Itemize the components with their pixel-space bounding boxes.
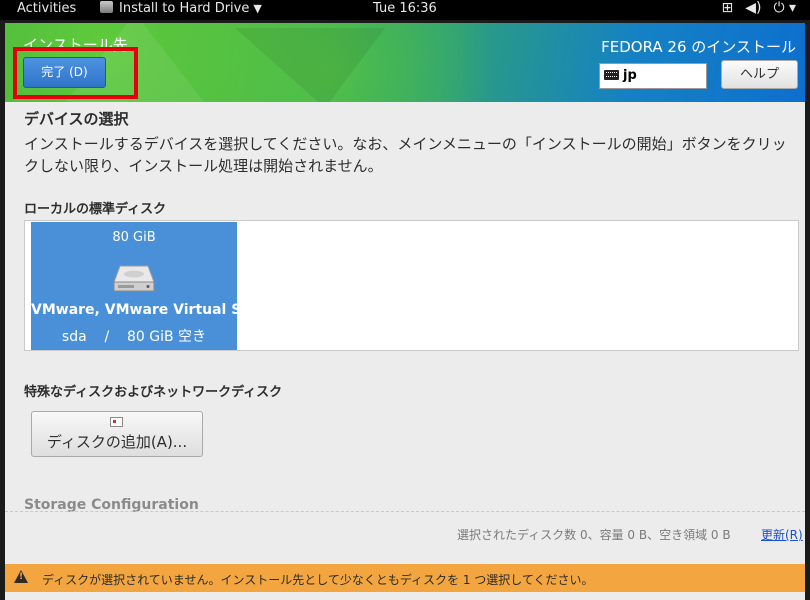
app-menu[interactable]: Install to Hard Drive ▼	[100, 1, 262, 16]
clock[interactable]: Tue 16:36	[373, 1, 437, 16]
disk-size: 80 GiB	[112, 230, 156, 245]
device-selection-title: デバイスの選択	[24, 110, 129, 128]
disk-card[interactable]: 80 GiB VMware, VMware Virtual S sda / 80…	[31, 222, 237, 350]
header-decoration-2	[235, 28, 385, 102]
installer-window: インストール先 完了 (D) FEDORA 26 のインストール jp ヘルプ …	[5, 23, 805, 600]
warning-text: ディスクが選択されていません。インストール先として少なくともディスクを 1 つ選…	[42, 573, 594, 587]
keyboard-layout-label: jp	[623, 68, 637, 83]
app-icon	[100, 1, 113, 13]
local-disks-area: 80 GiB VMware, VMware Virtual S sda / 80…	[24, 220, 799, 351]
add-disk-label: ディスクの追加(A)...	[46, 433, 188, 451]
special-disks-label: 特殊なディスクおよびネットワークディスク	[24, 385, 283, 400]
device-selection-description: インストールするデバイスを選択してください。なお、メインメニューの「インストール…	[24, 135, 787, 175]
system-tray[interactable]: ⊞ ◀) ⏻ ▾	[709, 0, 796, 16]
product-title: FEDORA 26 のインストール	[601, 38, 796, 56]
warning-icon	[14, 570, 28, 583]
help-button[interactable]: ヘルプ	[721, 60, 798, 89]
power-icon: ⏻ ▾	[773, 0, 796, 16]
volume-icon: ◀)	[745, 0, 762, 16]
network-disk-icon	[110, 417, 123, 427]
disk-summary: 選択されたディスク数 0、容量 0 B、空き領域 0 B	[457, 528, 731, 542]
gnome-top-bar: Activities Install to Hard Drive ▼ Tue 16…	[0, 0, 810, 20]
app-name: Install to Hard Drive	[119, 1, 250, 16]
disk-detail: sda / 80 GiB 空き	[61, 329, 207, 345]
keyboard-icon	[604, 70, 619, 80]
keyboard-layout-indicator[interactable]: jp	[599, 63, 707, 89]
highlight-annotation	[13, 47, 138, 99]
divider	[5, 511, 805, 512]
network-icon: ⊞	[721, 0, 734, 16]
activities-button[interactable]: Activities	[17, 1, 76, 16]
refresh-link[interactable]: 更新(R)	[761, 526, 803, 543]
warning-bar[interactable]: ディスクが選択されていません。インストール先として少なくともディスクを 1 つ選…	[5, 564, 805, 592]
add-disk-button[interactable]: ディスクの追加(A)...	[31, 411, 203, 457]
local-disks-label: ローカルの標準ディスク	[24, 202, 167, 217]
hard-disk-icon	[113, 265, 155, 292]
chevron-down-icon: ▼	[253, 2, 262, 15]
disk-name: VMware, VMware Virtual S	[31, 302, 237, 318]
